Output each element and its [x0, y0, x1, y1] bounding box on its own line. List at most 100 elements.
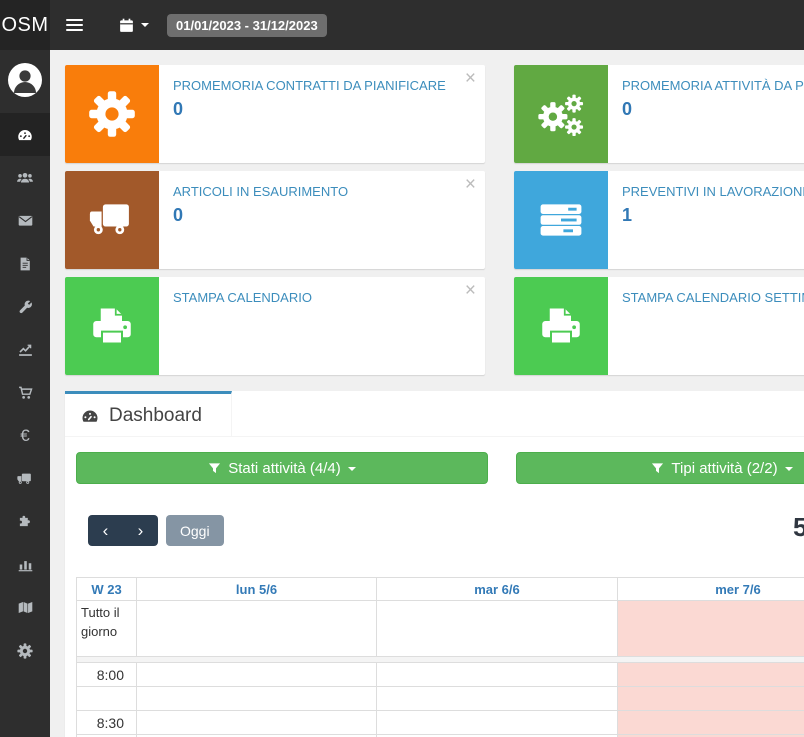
time-slot-cell-today[interactable]	[618, 687, 804, 711]
tab-bar: Dashboard	[65, 391, 804, 437]
time-slot-cell[interactable]	[377, 711, 618, 735]
info-box-promemoria-attivita: PROMEMORIA ATTIVITÀ DA PIANIFICARE 0 ×	[514, 65, 804, 163]
calendar-next-button[interactable]: ›	[123, 515, 158, 546]
server-icon	[514, 171, 608, 269]
sidebar: €	[0, 50, 50, 737]
all-day-row: Tutto il giorno	[77, 601, 804, 657]
dashboard-tachometer-icon	[16, 126, 34, 144]
time-slot-cell[interactable]	[137, 663, 377, 687]
sidebar-item-sales[interactable]	[0, 371, 50, 414]
stati-attivita-filter-button[interactable]: Stati attività (4/4)	[76, 452, 488, 484]
users-group-icon	[16, 169, 34, 187]
sidebar-item-dashboard[interactable]	[0, 113, 50, 156]
calendar-icon	[118, 17, 135, 34]
info-box-title[interactable]: ARTICOLI IN ESAURIMENTO	[173, 184, 348, 199]
info-box-preventivi: PREVENTIVI IN LAVORAZIONE 1 ×	[514, 171, 804, 269]
tab-label: Dashboard	[109, 405, 202, 427]
chart-line-icon	[17, 341, 34, 358]
sidebar-item-settings[interactable]	[0, 629, 50, 672]
sidebar-item-reports[interactable]	[0, 328, 50, 371]
info-box-articoli-esaurimento: ARTICOLI IN ESAURIMENTO 0 ×	[65, 171, 485, 269]
info-box-value: 0	[173, 205, 348, 226]
info-box-value: 1	[622, 205, 804, 226]
filter-button-row: Stati attività (4/4) Tipi attività (2/2)	[76, 452, 804, 484]
time-axis-cell	[77, 687, 137, 711]
user-avatar-icon	[8, 63, 42, 97]
all-day-cell[interactable]	[137, 601, 377, 657]
all-day-label: Tutto il giorno	[77, 601, 137, 657]
info-box-grid: PROMEMORIA CONTRATTI DA PIANIFICARE 0 × …	[65, 65, 804, 375]
time-label: 8:00	[77, 663, 137, 687]
all-day-cell-today[interactable]	[618, 601, 804, 657]
sidebar-item-documents[interactable]	[0, 242, 50, 285]
time-slot-cell[interactable]	[137, 687, 377, 711]
calendar-header-row: W 23 lun 5/6 mar 6/6 mer 7/6	[77, 578, 804, 601]
sidebar-menu: €	[0, 113, 50, 672]
week-calendar: W 23 lun 5/6 mar 6/6 mer 7/6 Tutto il gi…	[76, 577, 804, 737]
filter-button-label: Stati attività (4/4)	[228, 460, 341, 477]
print-icon	[514, 277, 608, 375]
euro-icon: €	[20, 427, 29, 444]
document-icon	[17, 256, 33, 272]
main-content: PROMEMORIA CONTRATTI DA PIANIFICARE 0 × …	[50, 50, 804, 737]
sidebar-item-modules[interactable]	[0, 500, 50, 543]
day-header-mer[interactable]: mer 7/6	[618, 578, 804, 601]
truck-icon	[16, 470, 34, 488]
sidebar-item-logistics[interactable]	[0, 457, 50, 500]
chevron-down-icon	[348, 467, 356, 471]
day-header-lun[interactable]: lun 5/6	[137, 578, 377, 601]
close-icon[interactable]: ×	[465, 281, 476, 300]
info-box-title[interactable]: PROMEMORIA ATTIVITÀ DA PIANIFICARE	[622, 78, 804, 93]
filter-funnel-icon	[651, 462, 664, 475]
sidebar-user-panel[interactable]	[0, 50, 50, 102]
sidebar-item-users[interactable]	[0, 156, 50, 199]
close-icon[interactable]: ×	[465, 175, 476, 194]
gears-icon	[514, 65, 608, 163]
info-box-promemoria-contratti: PROMEMORIA CONTRATTI DA PIANIFICARE 0 ×	[65, 65, 485, 163]
sidebar-item-maps[interactable]	[0, 586, 50, 629]
info-box-title[interactable]: STAMPA CALENDARIO	[173, 290, 312, 305]
truck-icon	[65, 171, 159, 269]
time-slot-cell-today[interactable]	[618, 663, 804, 687]
dashboard-tab-content: Stati attività (4/4) Tipi attività (2/2)…	[65, 437, 804, 737]
info-box-title[interactable]: PROMEMORIA CONTRATTI DA PIANIFICARE	[173, 78, 446, 93]
calendar-prev-button[interactable]: ‹	[88, 515, 123, 546]
dashboard-widget: Dashboard Stati attività (4/4) Tipi atti…	[65, 391, 804, 737]
tab-dashboard[interactable]: Dashboard	[65, 391, 232, 437]
calendar-dropdown-button[interactable]	[118, 17, 149, 34]
today-button[interactable]: Oggi	[166, 515, 224, 546]
close-icon[interactable]: ×	[465, 69, 476, 88]
bar-chart-icon	[17, 556, 34, 573]
info-box-title[interactable]: STAMPA CALENDARIO SETTIMANALE	[622, 290, 804, 305]
time-row-0800: 8:00	[77, 663, 804, 687]
day-header-mar[interactable]: mar 6/6	[377, 578, 618, 601]
dashboard-tachometer-icon	[80, 406, 100, 426]
print-icon	[65, 277, 159, 375]
info-box-stampa-calendario: STAMPA CALENDARIO ×	[65, 277, 485, 375]
calendar-title: 5	[793, 512, 804, 543]
time-slot-cell[interactable]	[377, 687, 618, 711]
calendar-nav-group: ‹ ›	[88, 515, 158, 546]
sidebar-item-mail[interactable]	[0, 199, 50, 242]
wrench-icon	[17, 298, 34, 315]
info-box-value: 0	[173, 99, 446, 120]
hamburger-icon	[66, 19, 83, 21]
date-range-badge[interactable]: 01/01/2023 - 31/12/2023	[167, 14, 327, 37]
all-day-cell[interactable]	[377, 601, 618, 657]
time-slot-cell-today[interactable]	[618, 711, 804, 735]
shopping-cart-icon	[17, 384, 34, 401]
sidebar-item-statistics[interactable]	[0, 543, 50, 586]
sidebar-item-finance[interactable]: €	[0, 414, 50, 457]
time-slot-cell[interactable]	[377, 663, 618, 687]
app-logo[interactable]: OSM	[0, 0, 50, 50]
time-row-0830: 8:30	[77, 711, 804, 735]
time-slot-cell[interactable]	[137, 711, 377, 735]
sidebar-toggle-button[interactable]	[52, 0, 96, 50]
week-number-header[interactable]: W 23	[77, 578, 137, 601]
sidebar-item-tools[interactable]	[0, 285, 50, 328]
tipi-attivita-filter-button[interactable]: Tipi attività (2/2)	[516, 452, 804, 484]
gear-icon	[17, 643, 33, 659]
time-row-minor	[77, 687, 804, 711]
info-box-title[interactable]: PREVENTIVI IN LAVORAZIONE	[622, 184, 804, 199]
filter-funnel-icon	[208, 462, 221, 475]
